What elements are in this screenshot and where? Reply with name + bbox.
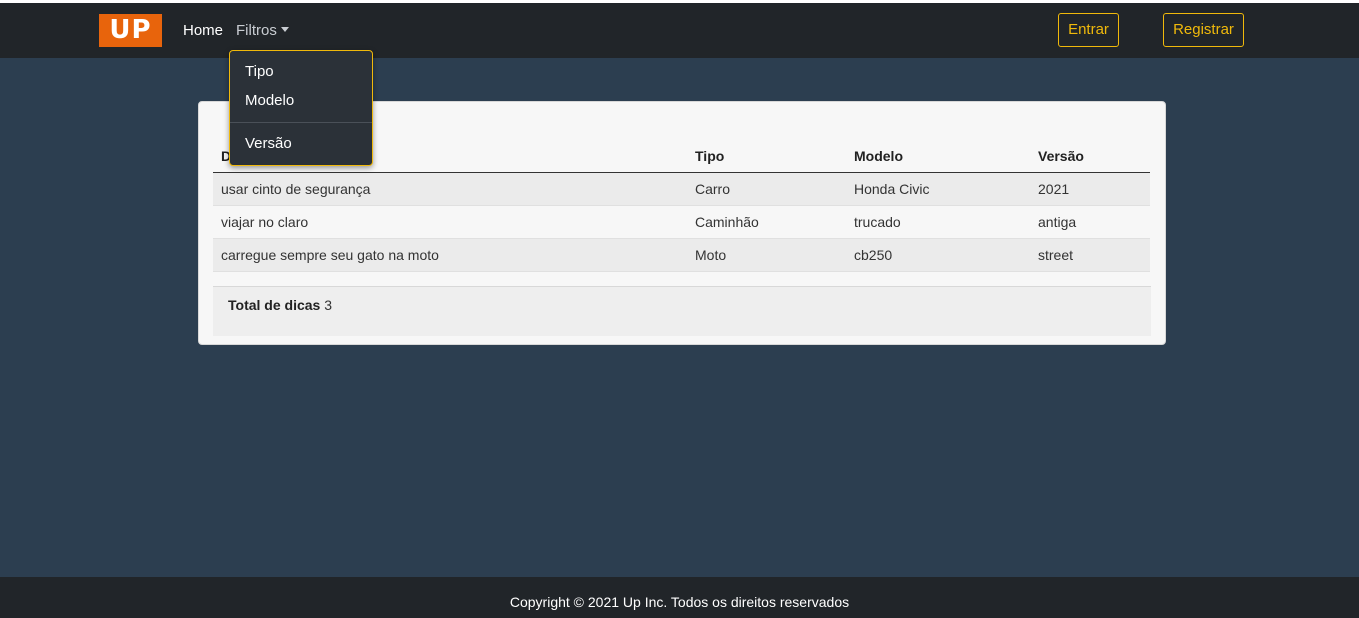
nav-home-link[interactable]: Home (183, 22, 223, 39)
total-dicas: Total de dicas 3 (213, 286, 1151, 336)
cell-versao: street (1030, 238, 1150, 272)
total-value: 3 (324, 297, 333, 313)
dropdown-divider (230, 122, 372, 123)
navbar: UP Home Filtros Entrar Registrar (0, 3, 1359, 58)
header-versao: Versão (1030, 136, 1150, 173)
cell-dica: viajar no claro (213, 205, 687, 239)
cell-versao: antiga (1030, 205, 1150, 239)
entrar-button[interactable]: Entrar (1058, 13, 1119, 47)
dropdown-item-tipo[interactable]: Tipo (245, 63, 274, 80)
total-label: Total de dicas (228, 297, 321, 313)
cell-tipo: Moto (687, 238, 846, 272)
filtros-dropdown-menu: Tipo Modelo Versão (229, 50, 373, 166)
nav-filtros-label: Filtros (236, 22, 277, 39)
footer: Copyright © 2021 Up Inc. Todos os direit… (0, 577, 1359, 618)
table-row: usar cinto de segurança Carro Honda Civi… (213, 172, 1150, 206)
dropdown-item-versao[interactable]: Versão (245, 135, 292, 152)
cell-modelo: trucado (846, 205, 1030, 239)
caret-down-icon (280, 27, 289, 32)
copyright-text: Copyright © 2021 Up Inc. Todos os direit… (509, 594, 850, 610)
header-modelo: Modelo (846, 136, 1030, 173)
registrar-button[interactable]: Registrar (1163, 13, 1244, 47)
cell-dica: carregue sempre seu gato na moto (213, 238, 687, 272)
cell-tipo: Carro (687, 172, 846, 206)
cell-modelo: cb250 (846, 238, 1030, 272)
cell-modelo: Honda Civic (846, 172, 1030, 206)
table-row: carregue sempre seu gato na moto Moto cb… (213, 238, 1150, 272)
cell-versao: 2021 (1030, 172, 1150, 206)
dropdown-item-modelo[interactable]: Modelo (245, 92, 294, 109)
logo[interactable]: UP (99, 14, 162, 47)
cell-tipo: Caminhão (687, 205, 846, 239)
nav-filtros-dropdown[interactable]: Filtros (236, 22, 289, 39)
cell-dica: usar cinto de segurança (213, 172, 687, 206)
header-tipo: Tipo (687, 136, 846, 173)
table-row: viajar no claro Caminhão trucado antiga (213, 205, 1150, 239)
